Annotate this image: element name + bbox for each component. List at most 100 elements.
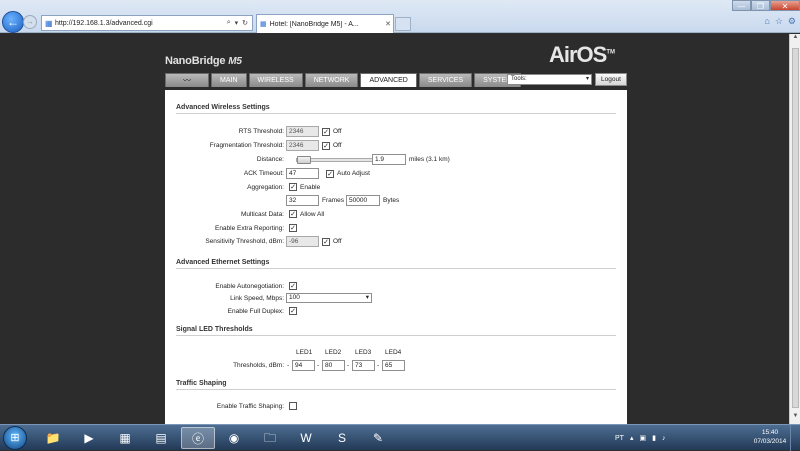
ack-auto-checkbox[interactable]: ✓ xyxy=(326,170,334,178)
extra-reporting-checkbox[interactable]: ✓ xyxy=(289,224,297,232)
address-url[interactable]: http://192.168.1.3/advanced.cgi xyxy=(55,20,227,27)
ubnt-logo-tab[interactable]: 〰 xyxy=(165,73,209,87)
tab-close-icon[interactable]: ✕ xyxy=(383,20,393,28)
tab-network[interactable]: NETWORK xyxy=(304,73,359,87)
link-speed-label: Link Speed, Mbps: xyxy=(230,295,284,302)
tab-wireless[interactable]: WIRELESS xyxy=(248,73,303,87)
dropdown-icon[interactable]: ▾ xyxy=(235,19,239,27)
address-bar[interactable]: ▦ http://192.168.1.3/advanced.cgi ⌕ ▾ ↻ xyxy=(41,15,253,31)
led2-minus: - xyxy=(317,362,320,369)
led3-input[interactable]: 73 xyxy=(352,360,375,371)
new-tab-button[interactable] xyxy=(395,17,411,31)
close-window-button[interactable]: ✕ xyxy=(770,0,800,11)
back-button[interactable]: ← xyxy=(2,11,24,33)
volume-icon[interactable]: ♪ xyxy=(662,435,666,442)
airos-logo-text: AirOS xyxy=(549,42,607,67)
tab-services[interactable]: SERVICES xyxy=(418,73,473,87)
frag-off-checkbox[interactable]: ✓ xyxy=(322,142,330,150)
multicast-checkbox[interactable]: ✓ xyxy=(289,210,297,218)
full-duplex-checkbox[interactable]: ✓ xyxy=(289,307,297,315)
word-taskbar-icon[interactable]: W xyxy=(289,427,323,449)
clock-time: 15:40 xyxy=(761,429,779,436)
office-taskbar-icon[interactable]: ▤ xyxy=(144,427,178,449)
folder-taskbar-icon[interactable]: 🗀 xyxy=(253,427,287,449)
settings-gear-icon[interactable]: ⚙ xyxy=(788,16,796,27)
autoneg-label: Enable Autonegotiation: xyxy=(215,283,284,290)
ie-taskbar-icon[interactable]: ⓔ xyxy=(181,427,215,449)
chrome-taskbar-icon[interactable]: ◉ xyxy=(217,427,251,449)
tab-advanced[interactable]: ADVANCED xyxy=(360,73,417,87)
rts-off-checkbox[interactable]: ✓ xyxy=(322,128,330,136)
led1-input[interactable]: 94 xyxy=(292,360,315,371)
vertical-scrollbar[interactable]: ▲ ▼ xyxy=(789,34,800,424)
led1-header: LED1 xyxy=(296,349,313,356)
rts-label: RTS Threshold: xyxy=(238,128,284,135)
windows-taskbar: ⊞ 📁 ▶ ▦ ▤ ⓔ ◉ 🗀 W S ✎ PT ▴ ▣ ▮ ♪ 15:40 0… xyxy=(0,424,800,451)
scroll-up-icon[interactable]: ▲ xyxy=(790,34,800,45)
led-thresholds-label: Thresholds, dBm: xyxy=(233,362,284,369)
language-indicator[interactable]: PT xyxy=(615,435,624,442)
distance-slider-handle[interactable] xyxy=(297,156,311,164)
section-title-led: Signal LED Thresholds xyxy=(176,326,616,336)
tab-page-icon: ▦ xyxy=(260,21,267,28)
tray-app-icon[interactable]: ▣ xyxy=(639,434,646,442)
aggregation-bytes-input[interactable]: 50000 xyxy=(346,195,380,206)
distance-input[interactable]: 1.9 xyxy=(372,154,406,165)
section-title-shaping: Traffic Shaping xyxy=(176,380,616,390)
scroll-thumb[interactable] xyxy=(792,48,799,408)
airos-logo: AirOSTM xyxy=(549,42,615,68)
network-icon[interactable]: ▮ xyxy=(652,434,656,442)
tab-main[interactable]: MAIN xyxy=(211,73,247,87)
clock[interactable]: 15:40 07/03/2014 xyxy=(752,428,788,446)
section-title-wireless: Advanced Wireless Settings xyxy=(176,104,616,114)
paint-taskbar-icon[interactable]: ✎ xyxy=(361,427,395,449)
show-desktop-button[interactable] xyxy=(790,425,800,451)
led3-minus: - xyxy=(347,362,350,369)
window-controls: — ❐ ✕ xyxy=(732,0,800,12)
led2-input[interactable]: 80 xyxy=(322,360,345,371)
tools-select[interactable]: Tools: ▾ xyxy=(507,74,592,85)
frag-input[interactable]: 2346 xyxy=(286,140,319,151)
refresh-icon[interactable]: ↻ xyxy=(242,19,248,27)
sensitivity-off-label: Off xyxy=(333,238,342,245)
chevron-down-icon: ▾ xyxy=(365,294,369,301)
browser-tab[interactable]: ▦ Hotel: [NanoBridge M5] - A... ✕ xyxy=(256,14,394,33)
distance-unit: miles (3.1 km) xyxy=(409,156,450,163)
distance-slider[interactable] xyxy=(296,156,374,164)
tray-expand-icon[interactable]: ▴ xyxy=(630,434,634,442)
aggregation-frames-input[interactable]: 32 xyxy=(286,195,319,206)
media-player-taskbar-icon[interactable]: ▶ xyxy=(72,427,106,449)
skype-taskbar-icon[interactable]: S xyxy=(325,427,359,449)
excel-taskbar-icon[interactable]: ▦ xyxy=(108,427,142,449)
forward-button[interactable]: → xyxy=(23,15,37,29)
traffic-shaping-checkbox[interactable] xyxy=(289,402,297,410)
start-button[interactable]: ⊞ xyxy=(3,426,27,450)
autoneg-checkbox[interactable]: ✓ xyxy=(289,282,297,290)
search-icon[interactable]: ⌕ xyxy=(227,19,231,27)
rts-input[interactable]: 2346 xyxy=(286,126,319,137)
explorer-taskbar-icon[interactable]: 📁 xyxy=(36,427,70,449)
maximize-button[interactable]: ❐ xyxy=(751,0,770,11)
ack-input[interactable]: 47 xyxy=(286,168,319,179)
sensitivity-input[interactable]: -96 xyxy=(286,236,319,247)
home-icon[interactable]: ⌂ xyxy=(764,16,769,27)
sensitivity-off-checkbox[interactable]: ✓ xyxy=(322,238,330,246)
link-speed-value: 100 xyxy=(289,294,300,301)
traffic-shaping-label: Enable Traffic Shaping: xyxy=(216,403,284,410)
multicast-label: Multicast Data: xyxy=(241,211,284,218)
link-speed-select[interactable]: 100 ▾ xyxy=(286,293,372,303)
device-brand-name: NanoBridge xyxy=(165,55,226,67)
minimize-button[interactable]: — xyxy=(732,0,751,11)
aggregation-checkbox[interactable]: ✓ xyxy=(289,183,297,191)
distance-label: Distance: xyxy=(256,156,284,163)
logout-button[interactable]: Logout xyxy=(595,73,627,86)
airos-logo-tm: TM xyxy=(606,49,616,56)
aggregation-bytes-unit: Bytes xyxy=(383,197,400,204)
led3-header: LED3 xyxy=(355,349,372,356)
clock-date: 07/03/2014 xyxy=(753,438,787,445)
scroll-down-icon[interactable]: ▼ xyxy=(790,413,800,424)
favorites-star-icon[interactable]: ☆ xyxy=(775,16,783,27)
led4-input[interactable]: 65 xyxy=(382,360,405,371)
full-duplex-label: Enable Full Duplex: xyxy=(227,308,284,315)
led4-minus: - xyxy=(377,362,380,369)
